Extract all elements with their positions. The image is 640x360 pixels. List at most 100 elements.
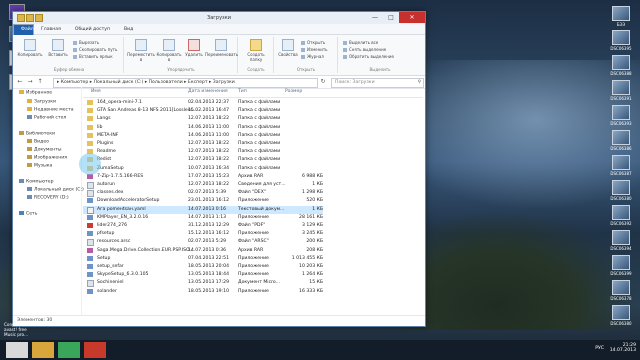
txt-icon (87, 206, 94, 214)
file-row[interactable]: Readme 12.07.2013 18:22 Папка с файлами (83, 148, 323, 156)
exe-icon (87, 288, 93, 294)
cut-button[interactable]: Вырезать (73, 40, 99, 45)
rename-button[interactable]: Переименовать (205, 39, 238, 57)
col-type[interactable]: Тип (238, 89, 247, 94)
nav-images[interactable]: Изображения (27, 155, 67, 161)
file-date: 12.07.2013 18:22 (188, 141, 230, 146)
file-row[interactable]: Plugins 12.07.2013 18:22 Папка с файлами (83, 140, 323, 148)
minimize-button[interactable]: — (367, 12, 383, 23)
forward-button[interactable]: → (26, 78, 34, 86)
back-button[interactable]: ← (16, 78, 24, 86)
nav-music[interactable]: Музыка (27, 163, 52, 169)
delete-button[interactable]: Удалить (183, 39, 205, 57)
nav-downloads[interactable]: Загрузки (27, 99, 56, 105)
up-button[interactable]: ↑ (36, 78, 44, 86)
photo-icon (612, 205, 630, 220)
desktop-icon-right[interactable]: DSC06386 (604, 130, 638, 151)
opera-taskbar-icon[interactable] (84, 342, 106, 358)
tab-home[interactable]: Главная (34, 25, 68, 35)
copy-button[interactable]: Копировать (17, 39, 43, 57)
nav-video[interactable]: Видео (27, 139, 49, 145)
col-size[interactable]: Размер (285, 89, 302, 94)
file-row[interactable]: 164_opera-mini-7.1 02.04.2013 22:37 Папка … (83, 99, 323, 107)
photo-icon (612, 105, 630, 120)
file-row[interactable]: setup_sefar 18.05.2013 20:04 Приложение 10 … (83, 263, 323, 271)
invert-selection-button[interactable]: Обратить выделение (343, 54, 394, 59)
system-tray[interactable]: 21:29 14.07.2013 (610, 343, 636, 353)
file-row[interactable]: autorun 12.07.2013 18:22 Сведения для уст.… (83, 181, 323, 189)
copy-to-button[interactable]: Копировать в (155, 39, 183, 62)
desktop-icon-right[interactable]: DSC06380 (604, 305, 638, 326)
col-name[interactable]: Имя (91, 89, 101, 94)
open-button[interactable]: Открыть (301, 40, 325, 45)
title-bar[interactable]: Загрузки — □ ✕ (13, 12, 425, 24)
file-name: GTA San Andreas 8-13 NFS 2011[Lossless..… (97, 108, 197, 114)
file-row[interactable]: SkypeSetup_6.3.0.105 13.05.2013 18:44 Прил… (83, 271, 323, 279)
file-row[interactable]: Setup 07.04.2013 22:51 Приложение 1 013 455… (83, 255, 323, 263)
drive-icon (27, 187, 32, 191)
nav-recovery[interactable]: RECOVERY (D:) (27, 195, 69, 201)
properties-button[interactable]: Свойства (277, 39, 299, 57)
file-row[interactable]: META-INF 14.06.2013 11:00 Папка с файлами (83, 132, 323, 140)
nav-desktop[interactable]: Рабочий стол (27, 115, 66, 121)
tab-share[interactable]: Общий доступ (68, 25, 117, 35)
file-row[interactable]: lib 14.06.2013 11:00 Папка с файлами (83, 124, 323, 132)
col-date[interactable]: Дата изменения (188, 89, 228, 94)
file-row[interactable]: Langs 12.07.2013 18:22 Папка с файлами (83, 115, 323, 123)
move-to-button[interactable]: Переместить в (127, 39, 155, 62)
file-date: 07.04.2013 22:51 (188, 255, 230, 261)
paste-shortcut-button[interactable]: Вставить ярлык (73, 54, 113, 59)
desktop-icon-right[interactable]: DSC06380 (604, 180, 638, 201)
desktop-icon-right[interactable]: DSC06387 (604, 155, 638, 176)
desktop-icon-right[interactable]: DSC06391 (604, 80, 638, 101)
desktop-icon-right[interactable]: DSC06392 (604, 205, 638, 226)
nav-documents[interactable]: Документы (27, 147, 62, 153)
file-row[interactable]: GTA San Andreas 8-13 NFS 2011[Lossless..… (83, 107, 323, 115)
desktop-icon-right[interactable]: DSC06378 (604, 280, 638, 301)
refresh-button[interactable]: ↻ (319, 78, 327, 86)
nav-recent[interactable]: Недавние места (27, 107, 74, 113)
file-row[interactable]: Redist 12.07.2013 18:22 Папка с файлами (83, 156, 323, 164)
file-row[interactable]: Sochineniel 13.05.2013 17:29 Документ Micr… (83, 279, 323, 288)
close-button[interactable]: ✕ (399, 12, 425, 23)
file-row[interactable]: 7-Zip-1.7.5.166-RES 17.07.2013 15:23 Архив… (83, 173, 323, 181)
file-type: Приложение (238, 198, 269, 204)
file-row[interactable]: ZumaSetup 10.07.2013 16:34 Папка с файлами (83, 165, 323, 173)
tab-view[interactable]: Вид (117, 25, 140, 35)
paste-button[interactable]: Вставить (45, 39, 71, 57)
nav-network[interactable]: Сеть (19, 211, 37, 217)
desktop-icon-right[interactable]: DSC06395 (604, 30, 638, 51)
file-row[interactable]: resources.arsc 02.07.2013 5:29 Файл "ARSC"… (83, 238, 323, 247)
file-row[interactable]: KMPlayer_EN_3.2.0.16 14.07.2013 1:13 Прило… (83, 214, 323, 222)
nav-local-disk[interactable]: Локальный диск (C:) (27, 187, 84, 193)
file-row[interactable]: solander 18.05.2013 19:10 Приложение 16 333… (83, 288, 323, 296)
file-type: Документ Micro... (238, 280, 280, 286)
select-none-button[interactable]: Снять выделение (343, 47, 386, 52)
desktop-icon-right[interactable]: DSC06399 (604, 255, 638, 276)
desktop-icon-right[interactable]: БЭЭ (604, 6, 638, 27)
nav-libraries[interactable]: Библиотеки (19, 131, 55, 137)
nav-computer[interactable]: Компьютер (19, 179, 54, 185)
explorer-taskbar-icon[interactable] (32, 342, 54, 358)
file-row[interactable]: DownloadAcceleratorSetup 23.01.2013 16:12… (83, 197, 323, 205)
select-all-button[interactable]: Выделить все (343, 40, 378, 45)
file-row[interactable]: lider274_276 31.12.2013 12:29 Файл "PDF" 3 … (83, 222, 323, 230)
chrome-taskbar-icon[interactable] (58, 342, 80, 358)
start-button[interactable] (6, 342, 28, 358)
new-folder-button[interactable]: Создать папку (241, 39, 271, 62)
desktop-icon-right[interactable]: DSC06388 (604, 55, 638, 76)
desktop-icon-right[interactable]: DSC06393 (604, 105, 638, 126)
file-row[interactable]: pfsetup 15.12.2013 16:12 Приложение 3 245 К… (83, 230, 323, 238)
language-indicator[interactable]: РУС (595, 346, 604, 351)
organize-group: Переместить в Копировать в Удалить Переи… (125, 37, 238, 73)
copy-path-icon (73, 48, 77, 52)
maximize-button[interactable]: □ (383, 12, 399, 23)
desktop-icon-right[interactable]: DSC06394 (604, 230, 638, 251)
edit-button[interactable]: Изменить (301, 47, 328, 52)
file-row[interactable]: Ага рomeнtsaн.yaml 14.07.2013 0:16 Текстов… (83, 205, 323, 214)
file-row[interactable]: classes.dex 02.07.2013 5:39 Файл "DEX" 1 29… (83, 189, 323, 198)
file-row[interactable]: Saga.Mega.Drive.Collection.EUR.PSP.ISO..… (83, 247, 323, 255)
nav-favorites[interactable]: Избранное (19, 90, 52, 96)
copy-path-button[interactable]: Скопировать путь (73, 47, 117, 52)
journal-button[interactable]: Журнал (301, 54, 324, 59)
